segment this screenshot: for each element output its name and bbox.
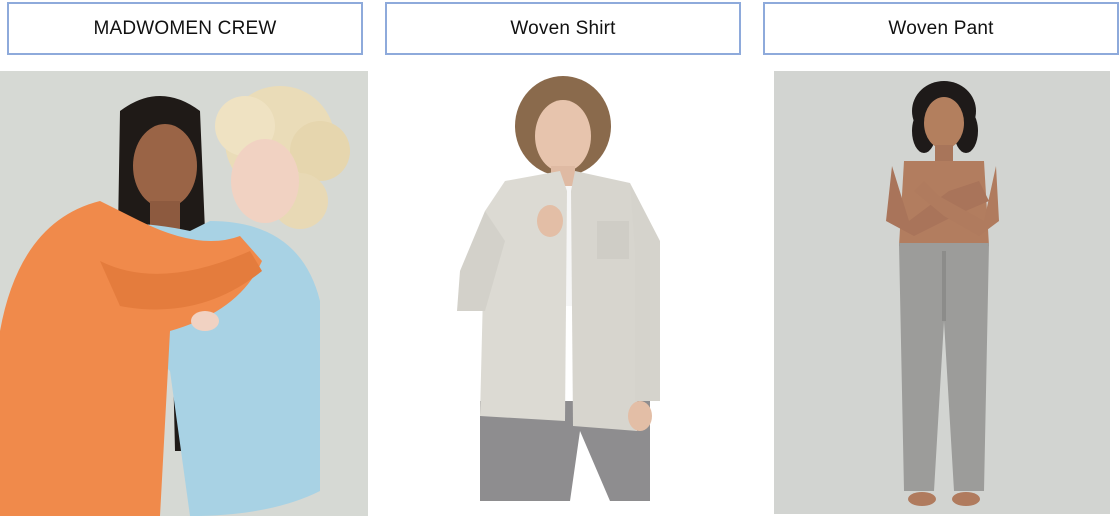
two-models-sweatshirts-photo [0, 71, 368, 516]
model-woven-shirt-photo [385, 71, 745, 516]
model-woven-pant-photo [774, 71, 1110, 514]
product-label-madwomen-crew: MADWOMEN CREW [7, 2, 363, 55]
product-label-text: MADWOMEN CREW [93, 17, 277, 39]
product-label-woven-shirt: Woven Shirt [385, 2, 741, 55]
product-label-text: Woven Pant [888, 17, 994, 39]
product-label-text: Woven Shirt [510, 17, 616, 39]
product-label-woven-pant: Woven Pant [763, 2, 1119, 55]
